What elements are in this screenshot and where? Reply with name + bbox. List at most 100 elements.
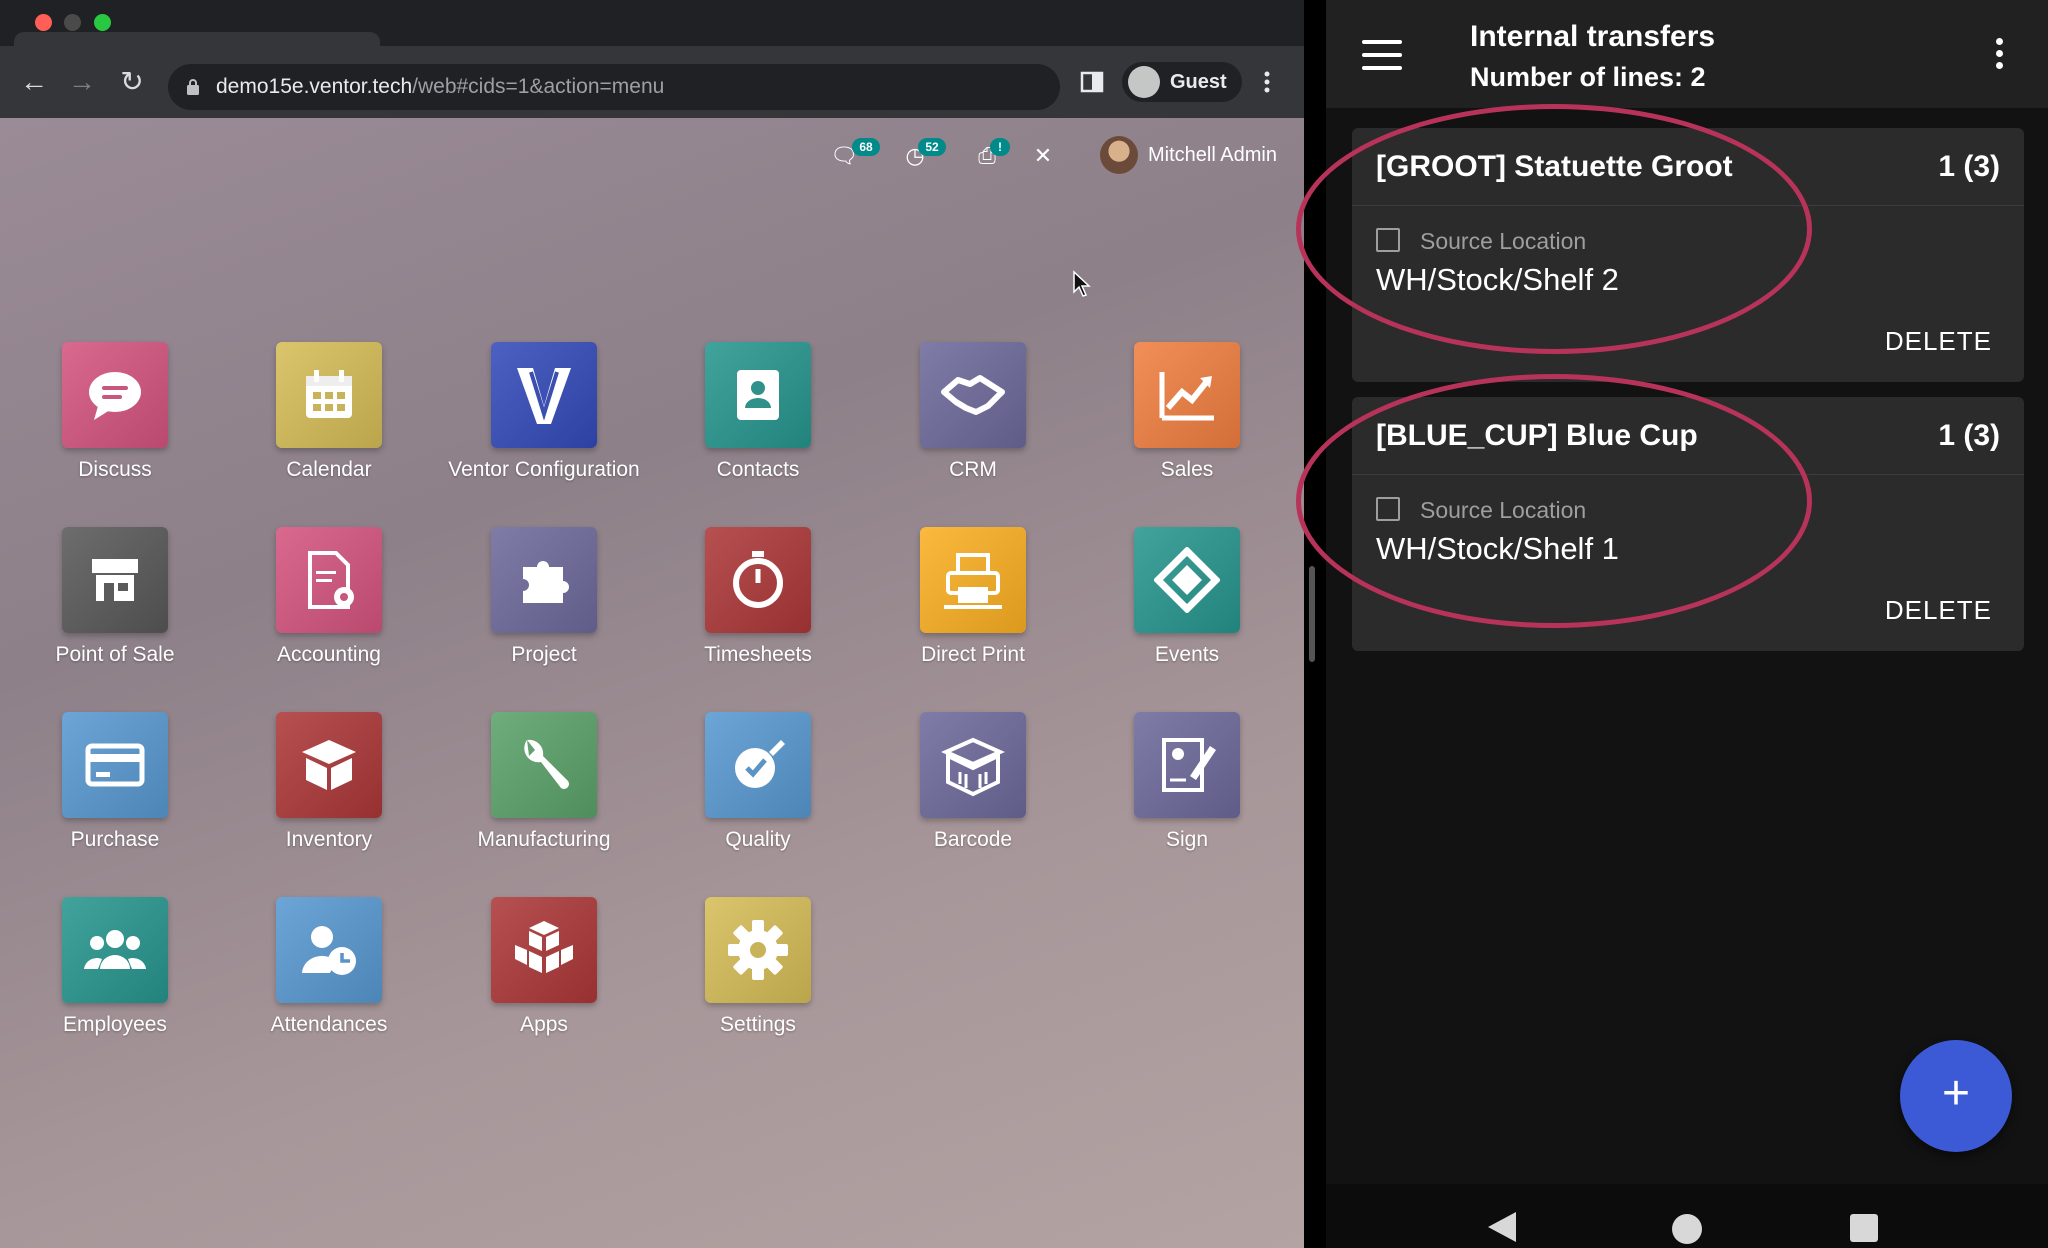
box-icon: [276, 712, 382, 818]
lock-icon: [187, 79, 199, 95]
app-sign[interactable]: Sign: [1080, 712, 1294, 872]
location-icon: [1376, 497, 1400, 521]
location-icon: [1376, 228, 1400, 252]
quality-badge-icon: [705, 712, 811, 818]
transfer-line-card[interactable]: [BLUE_CUP] Blue Cup 1 (3) Source Locatio…: [1352, 397, 2024, 651]
line-quantity: 1 (3): [1938, 150, 2000, 183]
tools-icon[interactable]: ✕: [1030, 144, 1056, 168]
source-location-value: WH/Stock/Shelf 2: [1376, 262, 1619, 297]
product-name: [GROOT] Statuette Groot: [1376, 150, 1733, 183]
app-label: Discuss: [78, 458, 152, 481]
app-apps[interactable]: Apps: [437, 897, 651, 1057]
recent-apps-icon[interactable]: [1850, 1214, 1878, 1242]
app-calendar[interactable]: Calendar: [222, 342, 436, 502]
home-icon[interactable]: [1672, 1214, 1702, 1244]
user-avatar[interactable]: [1100, 136, 1138, 174]
forward-icon[interactable]: →: [64, 64, 100, 100]
lines-count: Number of lines: 2: [1470, 62, 1706, 92]
app-employees[interactable]: Employees: [8, 897, 222, 1057]
back-icon[interactable]: [1488, 1212, 1516, 1242]
app-label: Attendances: [270, 1013, 388, 1036]
app-label: Timesheets: [704, 643, 812, 666]
url-text: demo15e.ventor.tech/web#cids=1&action=me…: [216, 75, 665, 98]
app-label: Manufacturing: [477, 828, 611, 851]
address-bar[interactable]: demo15e.ventor.tech/web#cids=1&action=me…: [168, 64, 1060, 110]
app-discuss[interactable]: Discuss: [8, 342, 222, 502]
ticket-icon: [1134, 527, 1240, 633]
print-alert-badge: !: [990, 138, 1010, 156]
menu-icon[interactable]: [1362, 40, 1402, 70]
app-label: Ventor Configuration: [448, 458, 640, 481]
source-location-value: WH/Stock/Shelf 1: [1376, 531, 1619, 566]
app-label: Accounting: [277, 643, 381, 666]
sign-document-icon: [1134, 712, 1240, 818]
trend-chart-icon: [1134, 342, 1240, 448]
app-label: Inventory: [285, 828, 373, 851]
product-name: [BLUE_CUP] Blue Cup: [1376, 419, 1698, 452]
app-events[interactable]: Events: [1080, 527, 1294, 687]
wrench-icon: [491, 712, 597, 818]
app-label: Quality: [725, 828, 791, 851]
profile-label: Guest: [1170, 71, 1227, 93]
invoice-gear-icon: [276, 527, 382, 633]
user-clock-icon: [276, 897, 382, 1003]
stopwatch-icon: [705, 527, 811, 633]
app-inventory[interactable]: Inventory: [222, 712, 436, 872]
app-label: Sign: [1165, 828, 1209, 851]
app-quality[interactable]: Quality: [651, 712, 865, 872]
ventor-logo-icon: [491, 342, 597, 448]
minimize-window-button[interactable]: [64, 14, 81, 31]
browser-toolbar: ← → ↻ demo15e.ventor.tech/web#cids=1&act…: [0, 46, 1304, 118]
delete-button[interactable]: DELETE: [1885, 326, 1992, 357]
app-label: Settings: [720, 1013, 796, 1036]
app-point-of-sale[interactable]: Point of Sale: [8, 527, 222, 687]
app-purchase[interactable]: Purchase: [8, 712, 222, 872]
people-icon: [62, 897, 168, 1003]
side-panel-icon[interactable]: [1080, 64, 1104, 100]
barcode-box-icon: [920, 712, 1026, 818]
app-direct-print[interactable]: Direct Print: [866, 527, 1080, 687]
app-barcode[interactable]: Barcode: [866, 712, 1080, 872]
app-label: Sales: [1160, 458, 1214, 481]
card-header: [GROOT] Statuette Groot 1 (3): [1352, 128, 2024, 206]
line-quantity: 1 (3): [1938, 419, 2000, 452]
app-settings[interactable]: Settings: [651, 897, 865, 1057]
app-project[interactable]: Project: [437, 527, 651, 687]
app-label: Direct Print: [921, 643, 1025, 666]
delete-button[interactable]: DELETE: [1885, 595, 1992, 626]
browser-menu-icon[interactable]: [1262, 64, 1272, 100]
app-accounting[interactable]: Accounting: [222, 527, 436, 687]
app-label: Purchase: [70, 828, 160, 851]
browser-window: ← → ↻ demo15e.ventor.tech/web#cids=1&act…: [0, 0, 1304, 1248]
calendar-icon: [276, 342, 382, 448]
transfer-line-card[interactable]: [GROOT] Statuette Groot 1 (3) Source Loc…: [1352, 128, 2024, 382]
browser-tab[interactable]: [14, 32, 380, 46]
back-icon[interactable]: ←: [16, 64, 52, 100]
app-sales[interactable]: Sales: [1080, 342, 1294, 502]
credit-card-icon: [62, 712, 168, 818]
app-label: Employees: [63, 1013, 167, 1036]
app-attendances[interactable]: Attendances: [222, 897, 436, 1057]
odoo-home-page: 🗨 68 ◷ 52 ⎙ ! ✕ Mitchell Admin Discuss Ca…: [0, 118, 1304, 1248]
reload-icon[interactable]: ↻: [114, 64, 150, 100]
mouse-cursor-icon: [1073, 270, 1091, 297]
close-window-button[interactable]: [35, 14, 52, 31]
profile-button[interactable]: Guest: [1122, 62, 1242, 102]
mobile-app: Internal transfers Number of lines: 2 [G…: [1296, 0, 2048, 1248]
divider-handle[interactable]: [1309, 566, 1315, 662]
add-line-button[interactable]: +: [1900, 1040, 2012, 1152]
app-contacts[interactable]: Contacts: [651, 342, 865, 502]
split-divider[interactable]: [1304, 0, 1326, 1248]
screen: ← → ↻ demo15e.ventor.tech/web#cids=1&act…: [0, 0, 2048, 1248]
app-label: Project: [511, 643, 577, 666]
app-timesheets[interactable]: Timesheets: [651, 527, 865, 687]
app-label: Calendar: [286, 458, 372, 481]
maximize-window-button[interactable]: [94, 14, 111, 31]
app-ventor-configuration[interactable]: Ventor Configuration: [437, 342, 651, 502]
app-crm[interactable]: CRM: [866, 342, 1080, 502]
app-manufacturing[interactable]: Manufacturing: [437, 712, 651, 872]
shop-icon: [62, 527, 168, 633]
app-label: Events: [1154, 643, 1220, 666]
user-menu[interactable]: Mitchell Admin: [1148, 136, 1277, 174]
more-options-icon[interactable]: [1996, 38, 2006, 74]
